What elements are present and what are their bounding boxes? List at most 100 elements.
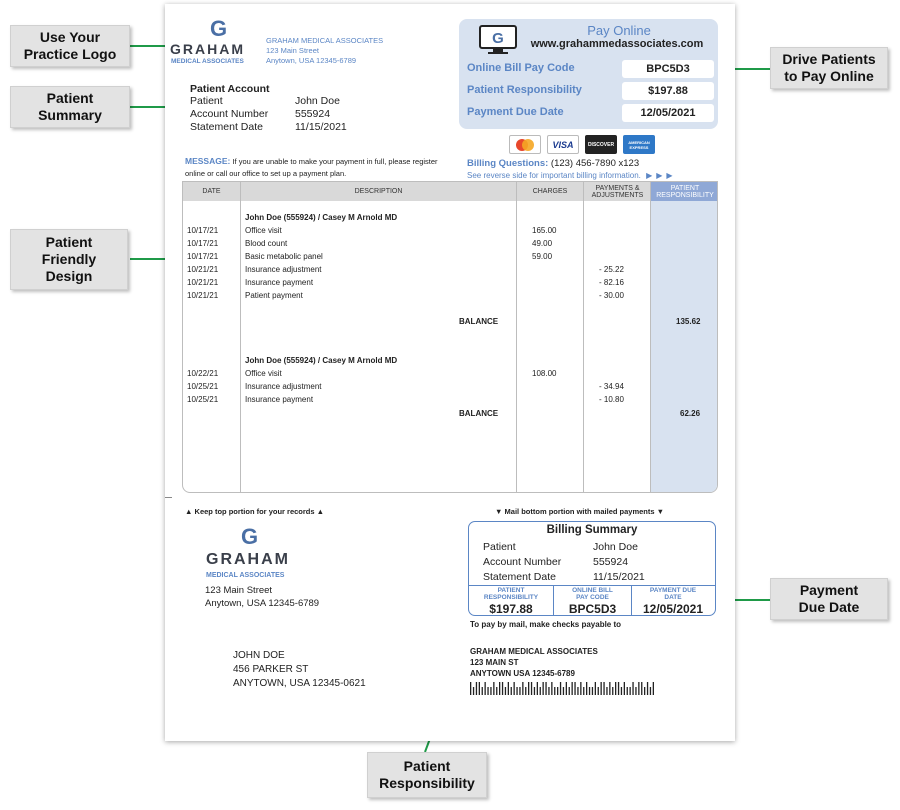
callout-logo: Use Your Practice Logo — [10, 25, 130, 67]
barcode-bar — [635, 687, 637, 695]
barcode-bar — [574, 682, 576, 695]
message: MESSAGE: If you are unable to make your … — [185, 155, 455, 180]
stub-logo-subbrand: MEDICAL ASSOCIATES — [206, 572, 285, 579]
summary-due-date: PAYMENT DUE DATE 12/05/2021 — [632, 586, 714, 616]
barcode-bar — [496, 687, 498, 695]
barcode-bar — [528, 682, 530, 695]
column-divider — [516, 182, 517, 492]
summary-label: Account Number — [483, 556, 562, 568]
barcode-bar — [597, 687, 599, 695]
row-desc: Office visit — [245, 369, 282, 378]
payment-cards: VISA DISCOVER AMERICAN EXPRESS — [509, 135, 655, 154]
row-adj: - 10.80 — [599, 395, 624, 404]
barcode-bar — [551, 682, 553, 695]
barcode-bar — [536, 682, 538, 695]
th-charges: CHARGES — [532, 188, 568, 195]
barcode-bar — [530, 682, 533, 695]
barcode-bar — [545, 682, 547, 695]
row-charge: 165.00 — [532, 226, 557, 235]
billing-summary-fields: Patient John Doe Account Number 555924 Sta… — [483, 540, 645, 585]
row-desc: Blood count — [245, 239, 288, 248]
row-date: 10/25/21 — [187, 395, 219, 404]
balance-value: 62.26 — [680, 409, 701, 418]
barcode-bar — [586, 682, 588, 695]
column-divider — [650, 182, 651, 492]
barcode-bar — [507, 682, 509, 695]
practice-city: Anytown, USA 12345-6789 — [266, 56, 357, 65]
group-heading: John Doe (555924) / Casey M Arnold MD — [245, 356, 398, 365]
barcode-bar — [580, 682, 582, 695]
billing-questions: Billing Questions: (123) 456-7890 x123 — [467, 158, 639, 169]
pay-online-responsibility: Patient Responsibility $197.88 — [467, 82, 714, 100]
callout-summary: Patient Summary — [10, 86, 130, 128]
summary-col-label: PAYMENT DUE DATE — [649, 587, 697, 601]
barcode-bar — [626, 687, 628, 695]
triangle-up-icon: ▲ — [185, 507, 193, 516]
mail-bottom: ▼ Mail bottom portion with mailed paymen… — [495, 507, 664, 516]
summary-col-value: BPC5D3 — [568, 602, 617, 616]
barcode-bar — [649, 687, 652, 695]
remit-address: GRAHAM MEDICAL ASSOCIATES 123 MAIN ST AN… — [470, 646, 598, 679]
pay-online-due-date: Payment Due Date 12/05/2021 — [467, 104, 714, 122]
amex-icon: AMERICAN EXPRESS — [623, 135, 655, 154]
billing-questions-label: Billing Questions: — [467, 158, 549, 169]
account-label: Account Number — [190, 108, 269, 120]
tear-tick — [165, 497, 172, 498]
barcode-bar — [478, 682, 480, 695]
row-charge: 49.00 — [532, 239, 553, 248]
recipient-line: 456 PARKER ST — [233, 664, 309, 675]
monitor-icon: G — [479, 25, 517, 54]
remit-line: 123 MAIN ST — [470, 658, 519, 667]
patient-account-fields: Patient John Doe Account Number 555924 Sta… — [190, 95, 347, 134]
barcode-bar — [501, 682, 504, 695]
barcode-bar — [481, 687, 483, 695]
responsibility-column — [651, 182, 717, 492]
practice-street: 123 Main Street — [266, 46, 319, 55]
column-divider — [240, 182, 241, 492]
row-date: 10/17/21 — [187, 226, 219, 235]
summary-label: Patient — [483, 541, 516, 553]
callout-due: Payment Due Date — [770, 578, 888, 620]
barcode-bar — [638, 682, 640, 695]
statement-page: G GRAHAM MEDICAL ASSOCIATES GRAHAM MEDIC… — [165, 4, 735, 741]
barcode-bar — [600, 682, 602, 695]
patient-account-title: Patient Account — [190, 83, 270, 95]
row-desc: Insurance payment — [245, 395, 314, 404]
barcode-bar — [583, 687, 585, 695]
pay-by-mail: To pay by mail, make checks payable to — [470, 620, 622, 629]
row-desc: Insurance adjustment — [245, 265, 322, 274]
summary-pay-code: ONLINE BILL PAY CODE BPC5D3 — [554, 586, 632, 616]
triangle-up-icon: ▲ — [316, 507, 325, 516]
barcode-bar — [617, 682, 620, 695]
barcode-bar — [652, 682, 654, 695]
barcode-bar — [562, 687, 565, 695]
barcode-bar — [519, 687, 521, 695]
barcode-bar — [484, 682, 486, 695]
pay-online-label: Payment Due Date — [467, 106, 564, 118]
row-desc: Basic metabolic panel — [245, 252, 323, 261]
pay-online-label: Patient Responsibility — [467, 84, 582, 96]
pay-online-value: 12/05/2021 — [622, 104, 714, 122]
group-heading: John Doe (555924) / Casey M Arnold MD — [245, 213, 398, 222]
stub-logo-brand: GRAHAM — [206, 551, 290, 568]
summary-col-label: ONLINE BILL PAY CODE — [572, 587, 613, 601]
th-date: DATE — [202, 188, 221, 195]
barcode-bar — [629, 687, 631, 695]
barcode-bar — [646, 682, 649, 695]
barcode-bar — [606, 687, 608, 695]
barcode-bar — [470, 682, 472, 695]
barcode-bar — [615, 682, 617, 695]
summary-value: 11/15/2021 — [593, 571, 645, 583]
practice-name: GRAHAM MEDICAL ASSOCIATES — [266, 36, 384, 45]
stub-address: 123 Main Street Anytown, USA 12345-6789 — [205, 584, 319, 610]
stub-city: Anytown, USA 12345-6789 — [205, 598, 320, 609]
row-desc: Office visit — [245, 226, 282, 235]
logo-letter: G — [210, 16, 228, 41]
account-value: 11/15/2021 — [295, 121, 347, 133]
pay-online-url[interactable]: www.grahammedassociates.com — [522, 38, 712, 50]
row-date: 10/17/21 — [187, 239, 219, 248]
barcode-bar — [609, 682, 611, 695]
barcode-bar — [591, 687, 594, 695]
row-desc: Insurance adjustment — [245, 382, 322, 391]
barcode-bar — [565, 682, 567, 695]
